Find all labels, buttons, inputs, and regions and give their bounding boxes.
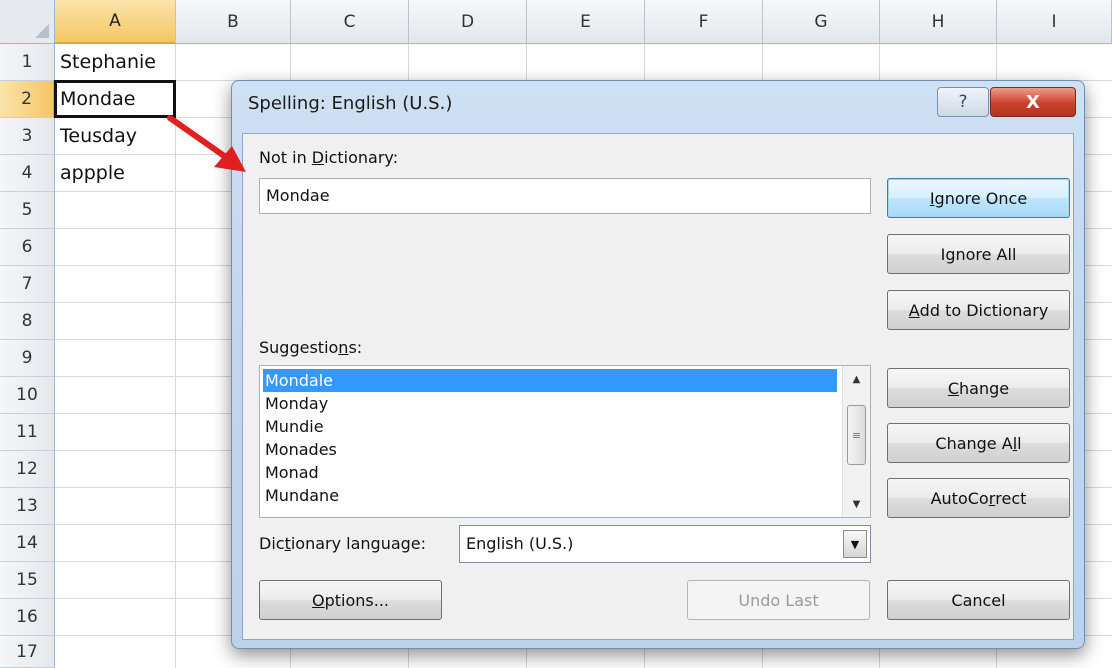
row-header-1[interactable]: 1 [0, 44, 55, 81]
gridline [175, 44, 176, 668]
column-header-b[interactable]: B [176, 0, 291, 44]
scroll-down-icon[interactable]: ▼ [846, 494, 867, 514]
suggestions-label: Suggestions: [259, 338, 363, 357]
ignore-once-button[interactable]: Ignore Once [887, 178, 1070, 218]
column-header-f[interactable]: F [645, 0, 763, 44]
column-header-h[interactable]: H [880, 0, 997, 44]
row-header-15[interactable]: 15 [0, 562, 55, 599]
suggestions-scrollbar[interactable]: ▲ ≡ ▼ [842, 366, 870, 517]
list-item[interactable]: Monday [263, 392, 837, 415]
dictionary-language-value: English (U.S.) [466, 534, 574, 553]
row-header-7[interactable]: 7 [0, 266, 55, 303]
cell-a3[interactable]: Teusday [60, 118, 137, 155]
add-to-dictionary-button[interactable]: Add to Dictionary [887, 290, 1070, 330]
change-all-button[interactable]: Change All [887, 423, 1070, 463]
dictionary-language-label: Dictionary language: [259, 534, 427, 553]
column-header-g[interactable]: G [763, 0, 880, 44]
scroll-up-icon[interactable]: ▲ [846, 369, 867, 389]
help-icon: ? [958, 92, 968, 112]
row-header-4[interactable]: 4 [0, 155, 55, 192]
cell-a4[interactable]: appple [60, 155, 125, 192]
row-header-10[interactable]: 10 [0, 377, 55, 414]
dialog-body: Not in Dictionary: Mondae Suggestions: M… [242, 133, 1074, 640]
list-item[interactable]: Mundie [263, 415, 837, 438]
dialog-title: Spelling: English (U.S.) [248, 93, 453, 114]
undo-last-button[interactable]: Undo Last [687, 580, 870, 620]
change-button[interactable]: Change [887, 368, 1070, 408]
autocorrect-button[interactable]: AutoCo r rect [887, 478, 1070, 518]
select-all-triangle-icon [35, 24, 49, 38]
active-cell-border [54, 80, 176, 118]
list-item[interactable]: Mondale [263, 369, 837, 392]
column-header-c[interactable]: C [291, 0, 409, 44]
row-header-16[interactable]: 16 [0, 599, 55, 636]
scroll-thumb[interactable]: ≡ [847, 405, 866, 465]
not-in-dictionary-field[interactable]: Mondae [259, 178, 871, 214]
row-header-9[interactable]: 9 [0, 340, 55, 377]
ignore-all-button[interactable]: Ig nore All [887, 234, 1070, 274]
suggestions-list[interactable]: Mondale Monday Mundie Monades Monad Mund… [259, 365, 871, 518]
row-header-11[interactable]: 11 [0, 414, 55, 451]
list-item[interactable]: Monad [263, 461, 837, 484]
options-button[interactable]: Options... [259, 580, 442, 620]
close-icon: X [1026, 91, 1040, 113]
row-header-12[interactable]: 12 [0, 451, 55, 488]
column-header-i[interactable]: I [997, 0, 1112, 44]
row-header-6[interactable]: 6 [0, 229, 55, 266]
list-item[interactable]: Monades [263, 438, 837, 461]
column-header-e[interactable]: E [527, 0, 645, 44]
spelling-dialog: Spelling: English (U.S.) ? X Not in Dict… [231, 80, 1085, 649]
dropdown-arrow-icon[interactable]: ▼ [843, 530, 867, 558]
row-header-13[interactable]: 13 [0, 488, 55, 525]
help-button[interactable]: ? [937, 87, 989, 117]
not-in-dictionary-label: Not in Dictionary: [259, 148, 399, 167]
column-header-a[interactable]: A [55, 0, 176, 44]
row-header-17[interactable]: 17 [0, 636, 55, 668]
column-header-d[interactable]: D [409, 0, 527, 44]
row-header-14[interactable]: 14 [0, 525, 55, 562]
dictionary-language-select[interactable]: English (U.S.) ▼ [459, 525, 871, 563]
row-header-3[interactable]: 3 [0, 118, 55, 155]
select-all-corner[interactable] [0, 0, 55, 44]
grip-icon: ≡ [851, 428, 862, 442]
list-item[interactable]: Mundane [263, 484, 837, 507]
close-button[interactable]: X [990, 87, 1076, 117]
cell-a1[interactable]: Stephanie [60, 44, 156, 81]
cancel-button[interactable]: Cancel [887, 580, 1070, 620]
row-header-5[interactable]: 5 [0, 192, 55, 229]
row-header-2[interactable]: 2 [0, 81, 55, 118]
row-header-8[interactable]: 8 [0, 303, 55, 340]
